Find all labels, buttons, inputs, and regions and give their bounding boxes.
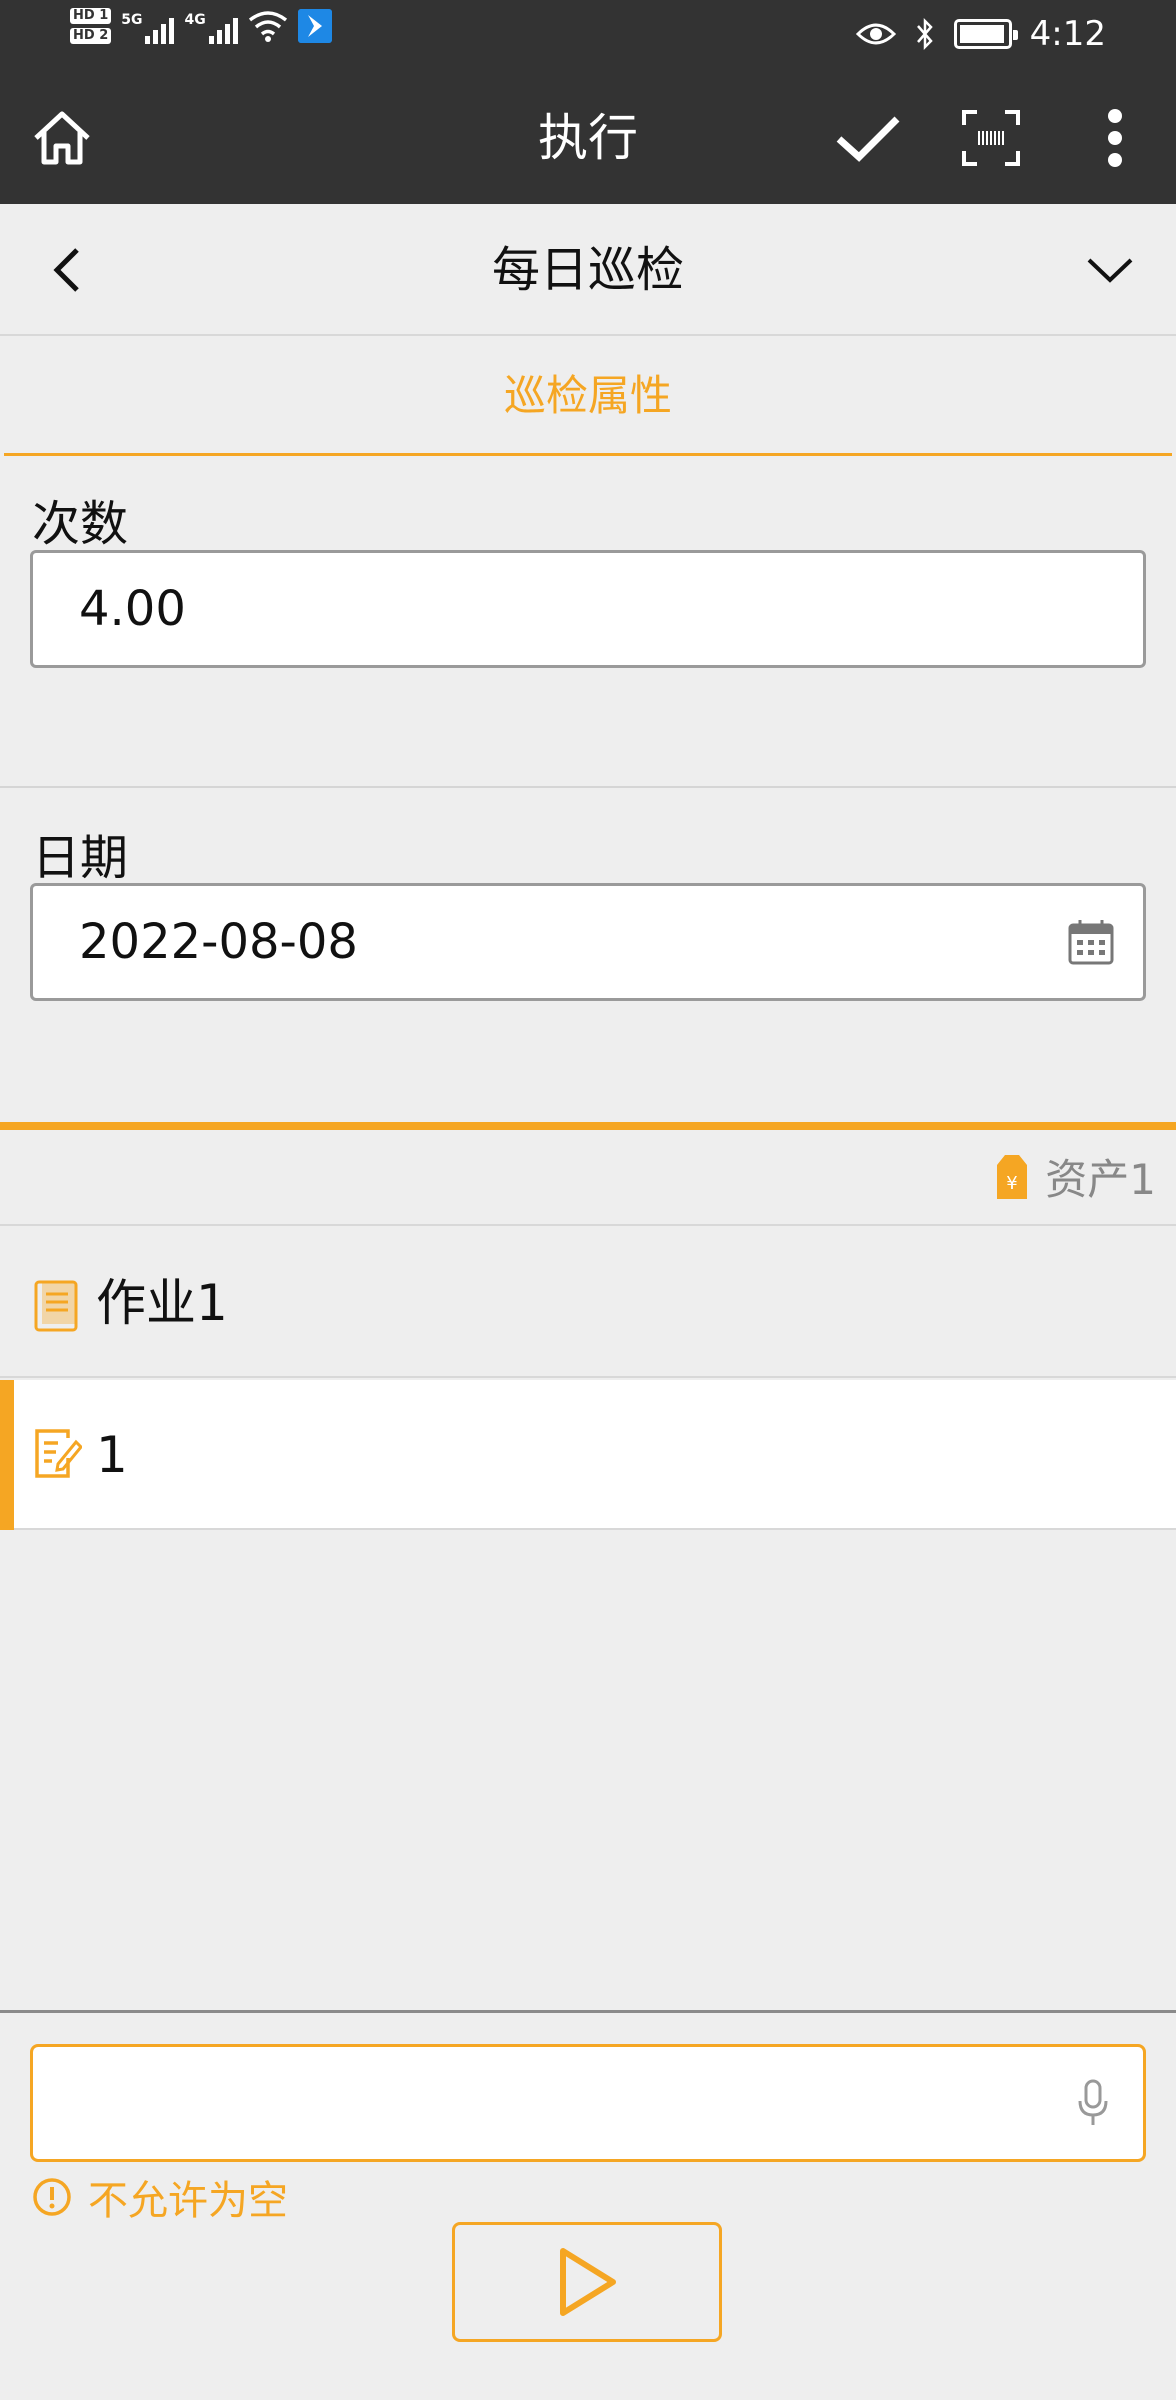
section-separator	[0, 1122, 1176, 1130]
count-value: 4.00	[79, 581, 186, 637]
app-notification-icon	[297, 9, 332, 43]
sim2-label: HD 2	[70, 28, 112, 44]
job-row[interactable]: 作业1	[0, 1228, 1176, 1378]
chevron-down-icon	[1087, 258, 1133, 283]
status-bar-right: 4:12	[855, 14, 1106, 54]
home-icon	[34, 111, 90, 165]
svg-text:¥: ¥	[1007, 1173, 1018, 1194]
document-icon	[34, 1280, 78, 1332]
signal-5g-icon: 5G	[121, 8, 175, 44]
signal-4g-icon: 4G	[184, 8, 238, 44]
app-bar: 执行	[0, 72, 1176, 204]
validation-message: 不允许为空	[32, 2168, 288, 2226]
play-icon	[560, 2248, 616, 2316]
home-button[interactable]	[26, 102, 98, 174]
sim1-indicator: HD 1	[70, 8, 112, 24]
validation-text: 不允许为空	[88, 2178, 288, 2224]
count-field[interactable]: 4.00	[30, 550, 1146, 668]
more-button[interactable]	[1079, 102, 1151, 174]
status-bar: HD 1 HD 2 5G 4G 4:12	[0, 0, 1176, 72]
back-icon	[53, 248, 79, 292]
asset-label: 资产1	[1045, 1155, 1156, 1204]
answer-input[interactable]	[30, 2044, 1146, 2162]
field-divider	[0, 786, 1176, 788]
more-vertical-icon	[1108, 109, 1122, 167]
clock: 4:12	[1029, 14, 1106, 54]
list-item[interactable]: 1	[0, 1380, 1176, 1530]
selected-indicator	[0, 1380, 14, 1530]
scan-button[interactable]	[955, 102, 1027, 174]
battery-icon	[953, 19, 1018, 49]
page-title: 每日巡检	[491, 242, 684, 298]
eye-icon	[855, 23, 896, 45]
check-icon	[836, 116, 900, 162]
sim2-indicator: HD 2	[70, 28, 112, 44]
play-button[interactable]	[452, 2222, 722, 2342]
asset-tag[interactable]: ¥ 资产1	[995, 1146, 1156, 1207]
calendar-icon[interactable]	[1067, 918, 1115, 966]
date-label: 日期	[32, 830, 129, 886]
network1-label: 5G	[121, 12, 143, 28]
alert-circle-icon	[33, 2178, 71, 2216]
scan-icon	[962, 110, 1020, 166]
date-value: 2022-08-08	[79, 914, 358, 970]
submit-button[interactable]	[832, 102, 904, 174]
date-field[interactable]: 2022-08-08	[30, 883, 1146, 1001]
price-tag-icon: ¥	[997, 1154, 1028, 1199]
asset-row: ¥ 资产1	[0, 1130, 1176, 1226]
sim1-label: HD 1	[70, 8, 112, 24]
sim-indicators: HD 1 HD 2	[70, 8, 112, 44]
page-header: 每日巡检	[0, 204, 1176, 336]
microphone-icon[interactable]	[1077, 2079, 1109, 2127]
wifi-icon	[248, 11, 287, 42]
count-label: 次数	[32, 496, 129, 552]
edit-note-icon	[35, 1429, 82, 1478]
job-label: 作业1	[96, 1274, 228, 1332]
bluetooth-icon	[916, 17, 933, 51]
tab-inspection-properties[interactable]: 巡检属性	[4, 338, 1172, 456]
network2-label: 4G	[184, 12, 206, 28]
status-bar-left: HD 1 HD 2 5G 4G	[70, 8, 332, 44]
back-button[interactable]	[28, 232, 104, 308]
item-label: 1	[96, 1426, 128, 1484]
expand-button[interactable]	[1072, 232, 1148, 308]
bottom-divider	[0, 2010, 1176, 2013]
